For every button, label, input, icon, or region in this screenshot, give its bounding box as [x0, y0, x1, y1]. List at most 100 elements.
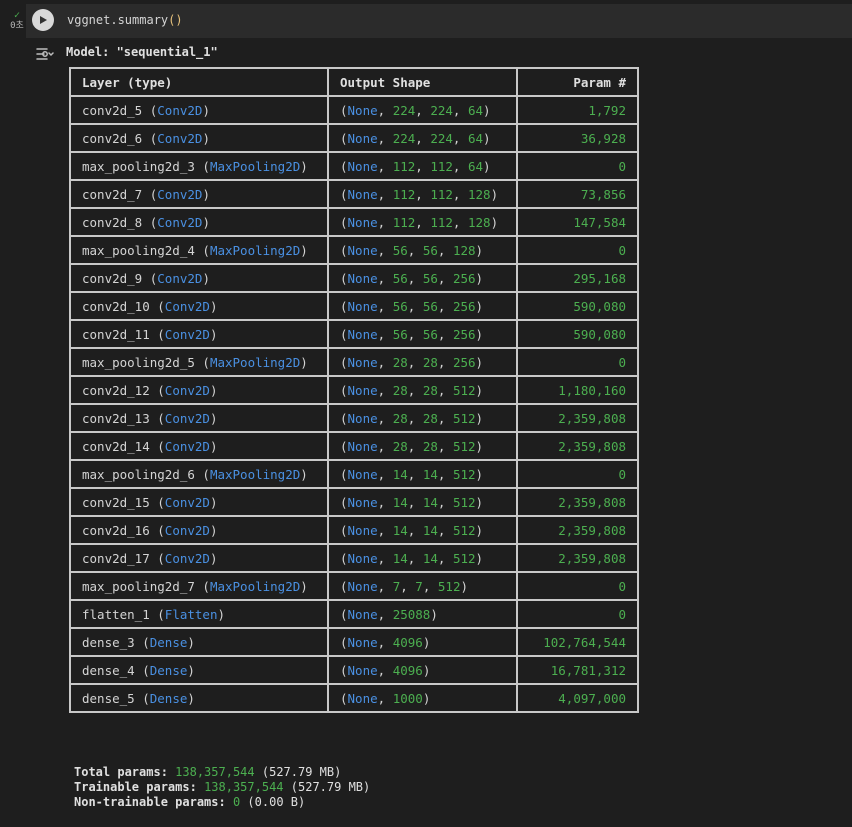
shape-none: None — [347, 522, 378, 538]
param-count-cell: 0 — [516, 599, 639, 629]
layer-type: Conv2D — [164, 382, 210, 398]
layer-cell: conv2d_13 (Conv2D) — [69, 403, 329, 433]
layer-name: max_pooling2d_6 — [82, 466, 195, 482]
output-shape-cell: (None, 112, 112, 128) — [327, 207, 518, 237]
shape-none: None — [347, 690, 378, 706]
shape-dim: 128 — [452, 242, 476, 258]
shape-dim: 14 — [422, 550, 438, 566]
layer-cell: conv2d_10 (Conv2D) — [69, 291, 329, 321]
shape-none: None — [347, 102, 378, 118]
output-shape-cell: (None, 56, 56, 256) — [327, 291, 518, 321]
shape-dim: 224 — [430, 102, 453, 118]
layer-type: Conv2D — [157, 130, 203, 146]
output-settings-icon[interactable] — [34, 44, 54, 64]
layer-cell: dense_4 (Dense) — [69, 655, 329, 685]
table-row: conv2d_16 (Conv2D) (None, 14, 14, 512) 2,3… — [69, 515, 639, 545]
table-row: conv2d_8 (Conv2D) (None, 112, 112, 128) 14… — [69, 207, 639, 237]
shape-dim: 14 — [422, 466, 438, 482]
shape-dim: 56 — [392, 326, 408, 342]
layer-name: conv2d_10 — [82, 298, 150, 314]
shape-dim: 112 — [392, 186, 416, 202]
total-params-size: (527.79 MB) — [261, 765, 342, 779]
shape-dim: 56 — [422, 270, 438, 286]
header-param-count: Param # — [516, 67, 639, 97]
run-cell-button[interactable] — [32, 9, 54, 31]
layer-type: Conv2D — [164, 522, 210, 538]
table-row: dense_5 (Dense) (None, 1000) 4,097,000 — [69, 683, 639, 713]
shape-dim: 56 — [422, 326, 438, 342]
output-shape-cell: (None, 112, 112, 128) — [327, 179, 518, 209]
layer-type: Dense — [149, 690, 188, 706]
model-title: Model: "sequential_1" — [66, 45, 218, 59]
layer-name: conv2d_12 — [82, 382, 150, 398]
shape-dim: 4096 — [392, 634, 423, 650]
output-shape-cell: (None, 56, 56, 256) — [327, 319, 518, 349]
table-row: conv2d_7 (Conv2D) (None, 112, 112, 128) 73… — [69, 179, 639, 209]
layer-type: MaxPooling2D — [209, 578, 301, 594]
layer-type: Conv2D — [164, 494, 210, 510]
output-shape-cell: (None, 14, 14, 512) — [327, 487, 518, 517]
layer-cell: conv2d_14 (Conv2D) — [69, 431, 329, 461]
layer-cell: conv2d_12 (Conv2D) — [69, 375, 329, 405]
table-row: dense_3 (Dense) (None, 4096) 102,764,544 — [69, 627, 639, 657]
output-shape-cell: (None, 28, 28, 512) — [327, 375, 518, 405]
layer-type: MaxPooling2D — [209, 242, 301, 258]
shape-none: None — [347, 382, 378, 398]
total-params-value: 138,357,544 — [175, 765, 255, 779]
execution-time: 0초 — [10, 21, 24, 31]
layer-name: conv2d_5 — [82, 102, 143, 118]
layer-type: Dense — [149, 662, 188, 678]
shape-dim: 1000 — [392, 690, 423, 706]
shape-none: None — [347, 578, 378, 594]
param-count-cell: 36,928 — [516, 123, 639, 153]
param-count-cell: 2,359,808 — [516, 543, 639, 573]
execution-status: ✓ 0초 — [9, 11, 25, 32]
shape-dim: 512 — [437, 578, 461, 594]
param-count-cell: 590,080 — [516, 319, 639, 349]
shape-dim: 56 — [422, 298, 438, 314]
output-shape-cell: (None, 224, 224, 64) — [327, 95, 518, 125]
param-count-cell: 2,359,808 — [516, 403, 639, 433]
layer-cell: conv2d_15 (Conv2D) — [69, 487, 329, 517]
table-row: max_pooling2d_7 (MaxPooling2D) (None, 7, … — [69, 571, 639, 601]
shape-dim: 14 — [392, 522, 408, 538]
shape-none: None — [347, 494, 378, 510]
table-row: conv2d_13 (Conv2D) (None, 28, 28, 512) 2,3… — [69, 403, 639, 433]
shape-none: None — [347, 326, 378, 342]
output-shape-cell: (None, 224, 224, 64) — [327, 123, 518, 153]
shape-dim: 28 — [422, 410, 438, 426]
total-params-line: Total params: 138,357,544 (527.79 MB) — [74, 765, 370, 780]
code-line[interactable]: vggnet.summary() — [67, 13, 183, 27]
output-shape-cell: (None, 56, 56, 256) — [327, 263, 518, 293]
param-count-cell: 0 — [516, 347, 639, 377]
layer-type: Dense — [149, 634, 188, 650]
layer-cell: max_pooling2d_7 (MaxPooling2D) — [69, 571, 329, 601]
table-row: conv2d_5 (Conv2D) (None, 224, 224, 64) 1,7… — [69, 95, 639, 125]
output-shape-cell: (None, 7, 7, 512) — [327, 571, 518, 601]
shape-none: None — [347, 634, 378, 650]
table-row: max_pooling2d_4 (MaxPooling2D) (None, 56,… — [69, 235, 639, 265]
trainable-params-value: 138,357,544 — [204, 780, 284, 794]
shape-dim: 256 — [452, 326, 476, 342]
layer-type: Conv2D — [157, 214, 203, 230]
shape-dim: 112 — [392, 214, 416, 230]
layer-type: MaxPooling2D — [209, 158, 301, 174]
shape-dim: 28 — [392, 438, 408, 454]
table-row: conv2d_9 (Conv2D) (None, 56, 56, 256) 295,… — [69, 263, 639, 293]
shape-dim: 14 — [422, 522, 438, 538]
shape-none: None — [347, 214, 378, 230]
shape-dim: 7 — [415, 578, 423, 594]
output-shape-cell: (None, 28, 28, 512) — [327, 403, 518, 433]
layer-cell: conv2d_16 (Conv2D) — [69, 515, 329, 545]
shape-dim: 64 — [467, 158, 484, 174]
shape-none: None — [347, 186, 378, 202]
table-row: conv2d_17 (Conv2D) (None, 14, 14, 512) 2,3… — [69, 543, 639, 573]
cell-gutter — [0, 0, 26, 827]
layer-cell: max_pooling2d_4 (MaxPooling2D) — [69, 235, 329, 265]
shape-dim: 512 — [452, 550, 476, 566]
table-row: conv2d_12 (Conv2D) (None, 28, 28, 512) 1,1… — [69, 375, 639, 405]
layer-name: conv2d_11 — [82, 326, 150, 342]
layer-cell: dense_3 (Dense) — [69, 627, 329, 657]
shape-dim: 112 — [430, 158, 453, 174]
layer-name: conv2d_8 — [82, 214, 143, 230]
